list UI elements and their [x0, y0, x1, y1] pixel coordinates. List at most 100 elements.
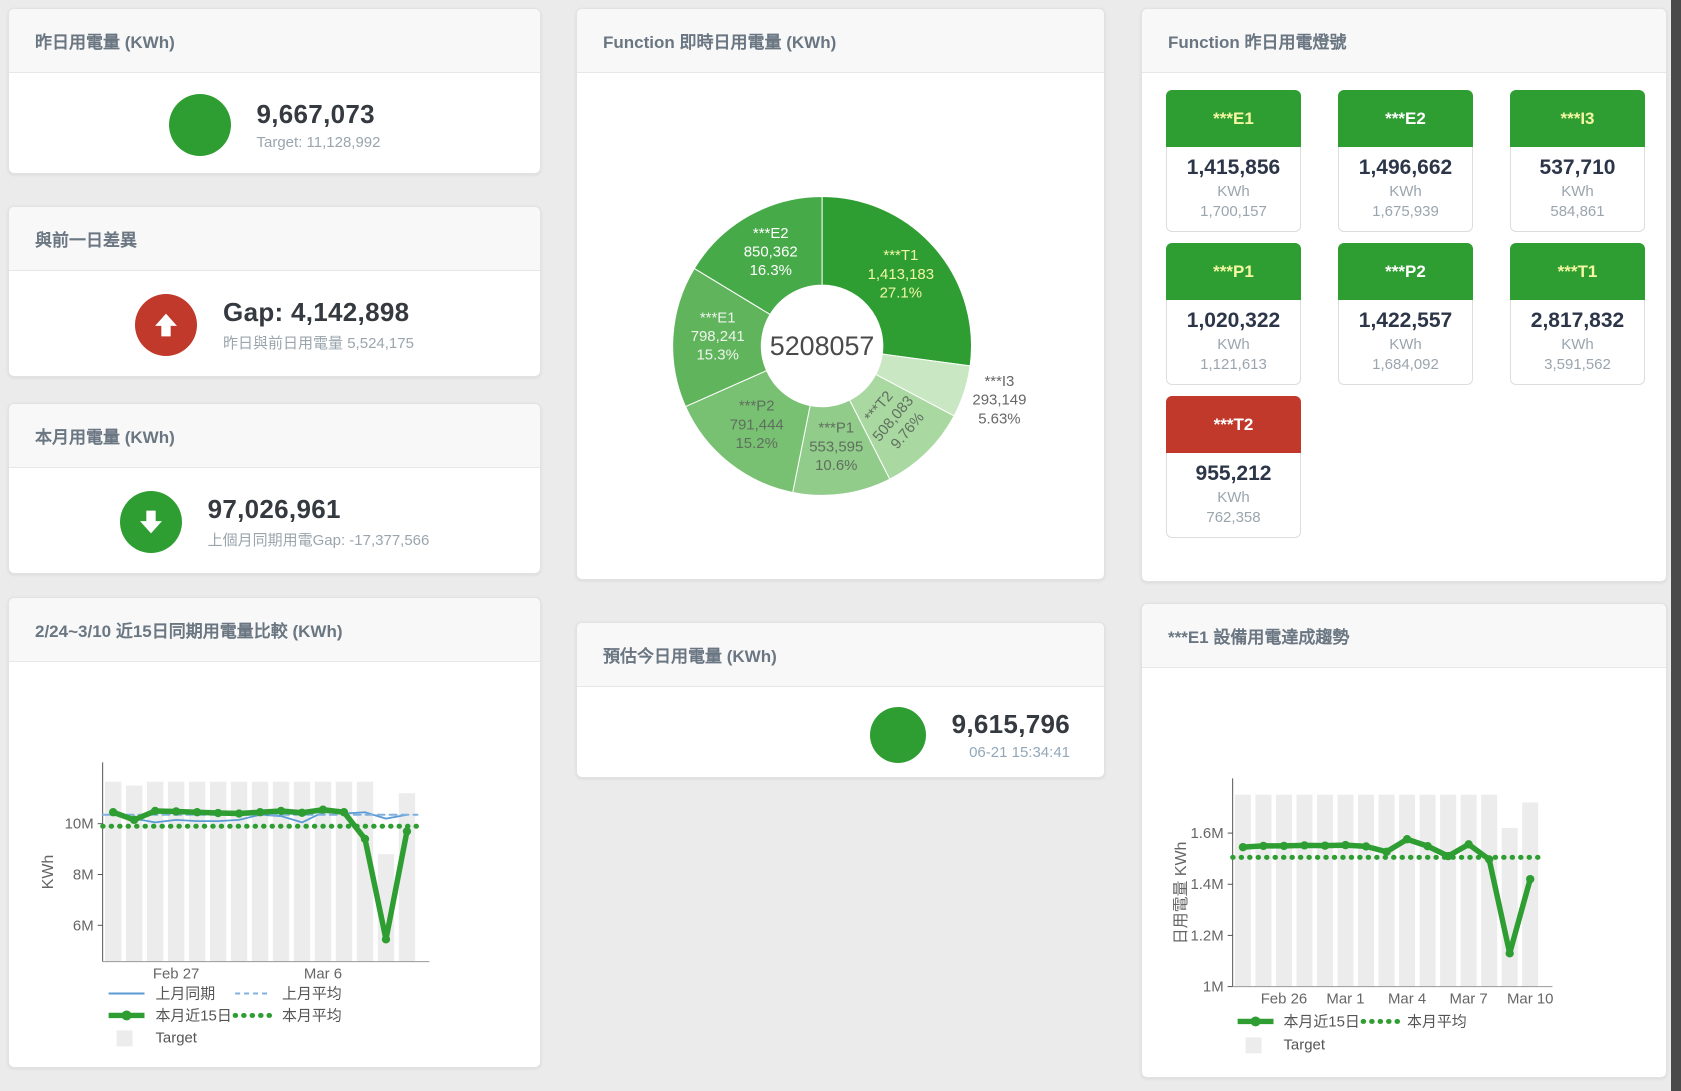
data-point	[382, 935, 390, 943]
tile-value: 1,496,662	[1341, 156, 1470, 180]
tile-device-label: ***E1	[1166, 90, 1301, 147]
data-point	[1259, 842, 1267, 850]
yesterday-value: 9,667,073	[257, 99, 381, 130]
tile-body: 537,710KWh584,861	[1510, 147, 1645, 232]
legend-item[interactable]: 本月平均	[235, 1007, 342, 1024]
tile-body: 1,422,557KWh1,684,092	[1338, 300, 1473, 385]
tile-body: 1,496,662KWh1,675,939	[1338, 147, 1473, 232]
tile-unit: KWh	[1169, 489, 1298, 506]
compare-chart[interactable]: 6M8M10MFeb 27Mar 6KWh上月同期上月平均本月近15日本月平均T…	[9, 662, 540, 1072]
data-point	[277, 807, 285, 815]
data-point	[1403, 835, 1411, 843]
tile-value: 1,020,322	[1169, 309, 1298, 333]
data-point	[1362, 842, 1370, 850]
x-tick-label: Feb 26	[1261, 991, 1308, 1008]
legend-label: 本月近15日	[155, 1007, 231, 1024]
tile-body: 1,415,856KWh1,700,157	[1166, 147, 1301, 232]
tile-value: 1,415,856	[1169, 156, 1298, 180]
card-today-estimate: 預估今日用電量 (KWh) 9,615,796 06-21 15:34:41	[576, 622, 1105, 778]
card-15day-compare-title: 2/24~3/10 近15日同期用電量比較 (KWh)	[9, 598, 540, 662]
tile-device-label: ***E2	[1338, 90, 1473, 147]
data-point	[1321, 841, 1329, 849]
device-tile-e1[interactable]: ***E11,415,856KWh1,700,157	[1166, 90, 1301, 232]
month-value: 97,026,961	[208, 494, 430, 525]
device-tile-t2[interactable]: ***T2955,212KWh762,358	[1166, 396, 1301, 538]
legend-label: 上月平均	[282, 986, 342, 1003]
device-tile-p2[interactable]: ***P21,422,557KWh1,684,092	[1338, 243, 1473, 385]
tile-value: 2,817,832	[1513, 309, 1642, 333]
tile-device-label: ***T2	[1166, 396, 1301, 453]
legend-item[interactable]: 本月近15日	[1238, 1013, 1360, 1030]
target-bar	[1420, 795, 1436, 987]
e1-trend-chart[interactable]: 1M1.2M1.4M1.6MFeb 26Mar 1Mar 4Mar 7Mar 1…	[1142, 668, 1666, 1083]
data-point	[130, 816, 138, 824]
donut-center-total: 5208057	[770, 331, 875, 361]
legend-item[interactable]: Target	[1246, 1036, 1326, 1053]
x-tick-label: Mar 10	[1507, 991, 1554, 1008]
device-tile-i3[interactable]: ***I3537,710KWh584,861	[1510, 90, 1645, 232]
target-bar	[1255, 795, 1271, 987]
y-tick-label: 10M	[65, 816, 94, 833]
legend-item[interactable]: 本月平均	[1363, 1013, 1467, 1030]
data-point	[214, 809, 222, 817]
yesterday-target: Target: 11,128,992	[257, 134, 381, 151]
x-tick-label: Mar 1	[1326, 991, 1364, 1008]
data-point	[1382, 848, 1390, 856]
legend-item[interactable]: 上月同期	[109, 986, 216, 1003]
data-point	[361, 835, 369, 843]
data-point	[172, 807, 180, 815]
target-bar	[1358, 795, 1374, 987]
y-tick-label: 6M	[73, 917, 94, 934]
tile-previous-value: 1,121,613	[1169, 356, 1298, 373]
x-tick-label: Mar 4	[1388, 991, 1426, 1008]
legend-label: Target	[1283, 1036, 1325, 1053]
target-bar	[1399, 795, 1415, 987]
target-bar	[1317, 795, 1333, 987]
card-month-usage: 本月用電量 (KWh) 97,026,961 上個月同期用電Gap: -17,3…	[8, 403, 541, 574]
tile-unit: KWh	[1169, 183, 1298, 200]
tile-previous-value: 1,675,939	[1341, 203, 1470, 220]
data-point	[193, 808, 201, 816]
realtime-donut-chart[interactable]: ***T11,413,18327.1%***I3293,1495.63%***T…	[577, 73, 1104, 583]
data-point	[1464, 840, 1472, 848]
data-point	[340, 808, 348, 816]
data-point	[1300, 841, 1308, 849]
legend-item[interactable]: Target	[117, 1029, 198, 1046]
target-bar	[1502, 828, 1518, 987]
data-point	[1280, 842, 1288, 850]
target-bar	[399, 793, 415, 961]
target-bar	[1296, 795, 1312, 987]
legend-item[interactable]: 本月近15日	[109, 1007, 232, 1024]
card-donut-title: Function 即時日用電量 (KWh)	[577, 9, 1104, 73]
legend-item[interactable]: 上月平均	[235, 986, 342, 1003]
target-bar	[1440, 795, 1456, 987]
x-tick-label: Mar 6	[304, 966, 342, 983]
legend-label: Target	[155, 1029, 197, 1046]
device-tile-e2[interactable]: ***E21,496,662KWh1,675,939	[1338, 90, 1473, 232]
data-point	[319, 806, 327, 814]
tile-device-label: ***P2	[1338, 243, 1473, 300]
y-tick-label: 1.2M	[1190, 927, 1223, 944]
scrollbar[interactable]	[1671, 0, 1681, 1091]
card-month-title: 本月用電量 (KWh)	[9, 404, 540, 468]
arrow-up-icon	[135, 294, 197, 356]
target-bar	[1379, 795, 1395, 987]
card-15day-compare: 2/24~3/10 近15日同期用電量比較 (KWh) 6M8M10MFeb 2…	[8, 597, 541, 1068]
y-axis-label: 日用電量 KWh	[1173, 842, 1190, 945]
tile-value: 537,710	[1513, 156, 1642, 180]
tile-value: 1,422,557	[1341, 309, 1470, 333]
estimate-timestamp: 06-21 15:34:41	[952, 744, 1070, 761]
estimate-stat: 9,615,796 06-21 15:34:41	[577, 687, 1104, 783]
status-circle-icon	[870, 707, 926, 763]
target-bar	[1461, 795, 1477, 987]
data-point	[1341, 841, 1349, 849]
tile-previous-value: 1,684,092	[1341, 356, 1470, 373]
device-tile-p1[interactable]: ***P11,020,322KWh1,121,613	[1166, 243, 1301, 385]
x-tick-label: Feb 27	[153, 966, 200, 983]
card-day-gap: 與前一日差異 Gap: 4,142,898 昨日與前日用電量 5,524,175	[8, 206, 541, 377]
y-tick-label: 1.6M	[1190, 825, 1223, 842]
card-day-gap-title: 與前一日差異	[9, 207, 540, 271]
target-bar	[231, 782, 247, 962]
status-circle-icon	[169, 94, 231, 156]
device-tile-t1[interactable]: ***T12,817,832KWh3,591,562	[1510, 243, 1645, 385]
